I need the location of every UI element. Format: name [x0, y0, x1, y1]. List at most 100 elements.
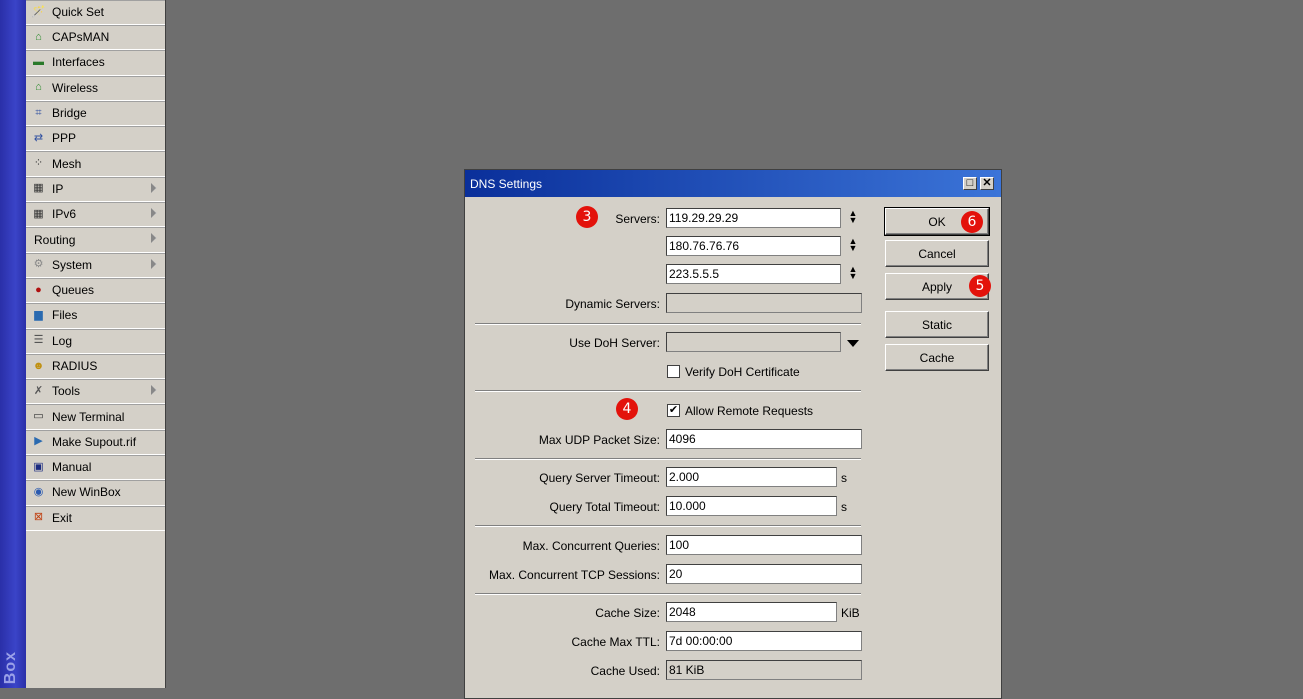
menu-item-manual[interactable]: ▣ Manual [26, 455, 165, 481]
menu-item-wireless[interactable]: ⌂ Wireless [26, 76, 165, 101]
dns-settings-dialog: DNS Settings □ ✕ Servers: 119.29.29.29 ▲… [464, 169, 1002, 699]
menu-item-label: System [52, 257, 93, 272]
menu-item-bridge[interactable]: ⌗ Bridge [26, 101, 165, 127]
server-field-3[interactable]: 223.5.5.5 [666, 264, 841, 284]
menu-item-label: Exit [52, 510, 73, 525]
server-field-2[interactable]: 180.76.76.76 [666, 236, 841, 256]
cache-button[interactable]: Cache [885, 344, 989, 371]
dynamic-servers-label: Dynamic Servers: [565, 297, 660, 311]
query-server-timeout-field[interactable]: 2.000 [666, 467, 837, 487]
chevron-right-icon [151, 208, 157, 219]
menu-item-label: Mesh [52, 156, 82, 171]
server-2-updown-icon[interactable]: ▲ ▼ [847, 237, 859, 254]
step-marker-5: 5 [969, 275, 991, 297]
menu-item-files[interactable]: ▆ Files [26, 303, 165, 329]
menu-item-ip[interactable]: ▦ IP [26, 177, 165, 203]
use-doh-label: Use DoH Server: [569, 336, 660, 350]
menu-item-routing[interactable]: Routing [26, 227, 165, 253]
allow-remote-requests-checkbox[interactable]: ✔ [667, 404, 680, 417]
max-udp-label: Max UDP Packet Size: [538, 433, 660, 447]
menu-item-label: RADIUS [52, 359, 98, 373]
menu-item-interfaces[interactable]: ▬ Interfaces [26, 50, 165, 76]
menu-item-capsman[interactable]: ⌂ CAPsMAN [26, 25, 165, 51]
menu-item-queues[interactable]: ● Queues [26, 278, 165, 304]
menu-item-label: Tools [52, 384, 81, 399]
menu-item-label: New Terminal [52, 409, 125, 424]
menu-item-mesh[interactable]: ⁘ Mesh [26, 151, 165, 177]
bridge-icon: ⌗ [35, 106, 42, 119]
ipv6-icon: ▦ [33, 207, 44, 220]
chevron-down-icon[interactable] [847, 340, 859, 347]
menu-item-tools[interactable]: ✗ Tools [26, 379, 165, 405]
wand-icon: 🪄 [31, 5, 46, 18]
verify-doh-checkbox[interactable] [667, 365, 680, 378]
interfaces-icon: ▬ [33, 55, 44, 68]
max-concurrent-tcp-label: Max. Concurrent TCP Sessions: [489, 568, 660, 582]
folder-icon: ▆ [34, 308, 43, 321]
side-strip-label: Box [2, 650, 19, 684]
server-field-1[interactable]: 119.29.29.29 [666, 208, 841, 228]
menu-item-make-supout-rif[interactable]: ▶ Make Supout.rif [26, 430, 165, 456]
antenna-icon: ⌂ [35, 30, 42, 43]
menu-item-new-terminal[interactable]: ▭ New Terminal [26, 404, 165, 430]
menu-item-label: IPv6 [52, 207, 77, 222]
menu-item-radius[interactable]: ☻ RADIUS [26, 354, 165, 380]
wireless-icon: ⌂ [35, 81, 42, 94]
max-concurrent-queries-field[interactable]: 100 [666, 535, 862, 555]
use-doh-select[interactable] [666, 332, 841, 352]
cancel-button[interactable]: Cancel [885, 240, 989, 267]
ppp-icon: ⇄ [33, 131, 44, 144]
step-marker-3: 3 [576, 206, 598, 228]
main-menu: 🪄 Quick Set ⌂ CAPsMAN ▬ Interfaces ⌂ Wireless ⌗ B… [26, 0, 166, 688]
menu-item-label: Quick Set [52, 5, 105, 19]
chevron-right-icon [151, 385, 157, 396]
separator [475, 458, 861, 460]
dynamic-servers-field [666, 293, 862, 313]
menu-item-exit[interactable]: ⊠ Exit [26, 506, 165, 531]
menu-item-label: Files [52, 308, 78, 323]
menu-item-new-winbox[interactable]: ◉ New WinBox [26, 480, 165, 506]
exit-icon: ⊠ [33, 511, 44, 524]
maximize-icon[interactable]: □ [963, 177, 977, 190]
dialog-titlebar[interactable]: DNS Settings □ ✕ [465, 170, 1001, 197]
close-icon[interactable]: ✕ [980, 177, 994, 190]
servers-label: Servers: [615, 212, 660, 226]
server-3-updown-icon[interactable]: ▲ ▼ [847, 265, 859, 282]
menu-item-ppp[interactable]: ⇄ PPP [26, 126, 165, 152]
radius-icon: ☻ [32, 359, 45, 372]
menu-item-label: Queues [52, 283, 95, 298]
menu-item-label: Log [52, 333, 73, 348]
max-concurrent-tcp-field[interactable]: 20 [666, 564, 862, 584]
cache-max-ttl-field[interactable]: 7d 00:00:00 [666, 631, 862, 651]
menu-item-label: CAPsMAN [52, 30, 110, 45]
menu-item-quick-set[interactable]: 🪄 Quick Set [26, 0, 165, 25]
separator [475, 323, 861, 325]
cache-size-field[interactable]: 2048 [666, 602, 837, 622]
server-1-updown-icon[interactable]: ▲ ▼ [847, 209, 859, 226]
dialog-title: DNS Settings [470, 176, 543, 191]
query-total-timeout-label: Query Total Timeout: [549, 500, 661, 514]
separator [475, 525, 861, 527]
queues-icon: ● [35, 283, 42, 296]
cache-used-field: 81 KiB [666, 660, 862, 680]
menu-item-label: New WinBox [52, 485, 121, 500]
menu-item-log[interactable]: ☰ Log [26, 329, 165, 354]
mesh-icon: ⁘ [33, 157, 44, 170]
menu-item-system[interactable]: ⚙ System [26, 253, 165, 278]
manual-icon: ▣ [33, 460, 44, 473]
menu-item-label: Make Supout.rif [52, 434, 137, 449]
cache-max-ttl-label: Cache Max TTL: [571, 635, 660, 649]
chevron-right-icon [151, 233, 157, 244]
seconds-unit: s [841, 471, 847, 485]
step-marker-4: 4 [616, 398, 638, 420]
supout-icon: ▶ [34, 435, 43, 448]
max-udp-field[interactable]: 4096 [666, 429, 862, 449]
ip-icon: ▦ [33, 182, 44, 195]
menu-item-ipv6[interactable]: ▦ IPv6 [26, 202, 165, 228]
query-total-timeout-field[interactable]: 10.000 [666, 496, 837, 516]
log-icon: ☰ [33, 334, 44, 347]
static-button[interactable]: Static [885, 311, 989, 338]
menu-item-label: IP [52, 181, 64, 196]
terminal-icon: ▭ [33, 410, 44, 423]
winbox-icon: ◉ [33, 485, 44, 498]
